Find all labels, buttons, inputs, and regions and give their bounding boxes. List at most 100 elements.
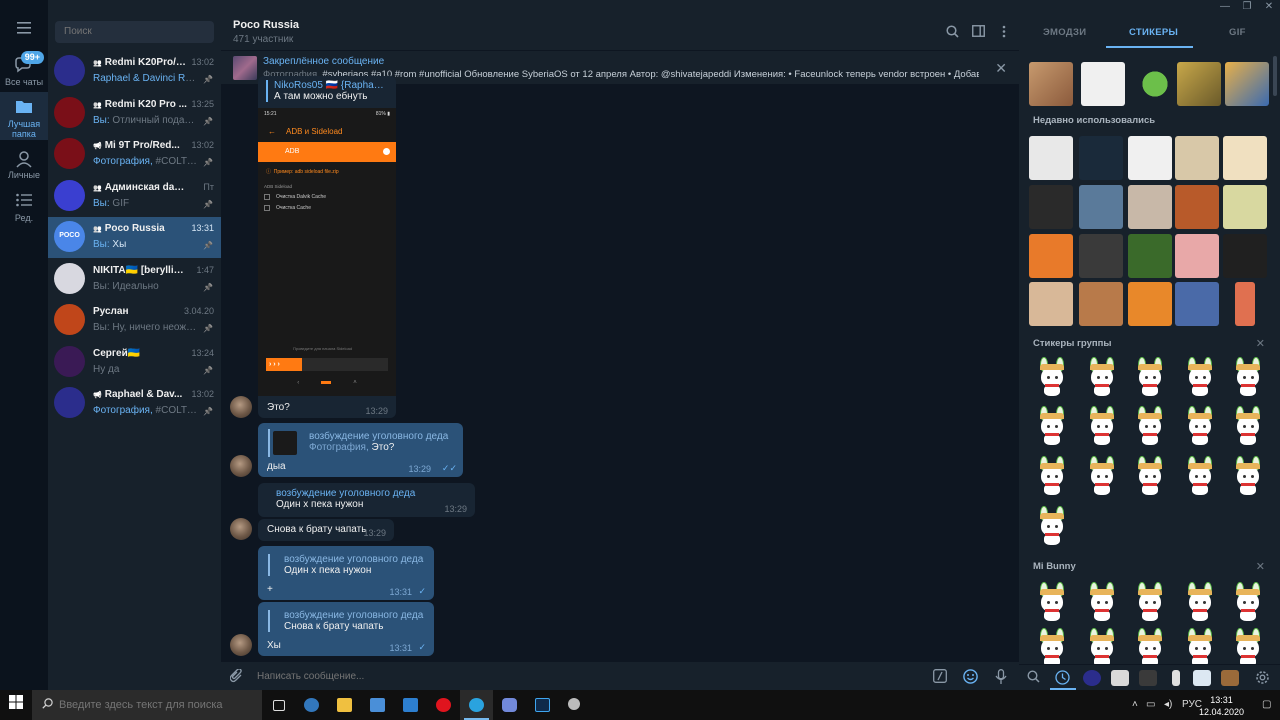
sticker-set-icon[interactable] — [1193, 670, 1211, 686]
sticker-set-icon[interactable] — [1221, 670, 1239, 686]
message-outgoing[interactable]: возбуждение уголовного деда Один х пека … — [258, 546, 434, 600]
taskbar-search-input[interactable] — [32, 690, 262, 720]
more-options-icon[interactable] — [997, 25, 1011, 39]
message-incoming[interactable]: Снова к брату чапать 13:29 — [258, 519, 394, 541]
search-input[interactable] — [55, 21, 214, 43]
reply-quote[interactable]: NikoRos05 🇷🇺 {Raphael} ... А там можно е… — [266, 80, 386, 102]
sticker-mi-bunny[interactable] — [1129, 456, 1171, 498]
sticker-mi-bunny[interactable] — [1227, 582, 1269, 624]
sticker-recent[interactable] — [1079, 282, 1123, 326]
sticker-featured[interactable] — [1029, 62, 1073, 106]
sticker-featured[interactable] — [1177, 62, 1221, 106]
sticker-mi-bunny[interactable] — [1031, 357, 1073, 399]
file-explorer-icon[interactable] — [328, 690, 361, 720]
sticker-recent[interactable] — [1079, 136, 1123, 180]
maximize-button[interactable]: ❐ — [1236, 0, 1258, 14]
tray-chevron-icon[interactable]: ˄ — [1132, 699, 1138, 710]
edge-app-icon[interactable] — [295, 690, 328, 720]
message-input[interactable] — [257, 667, 857, 685]
message-outgoing[interactable]: возбуждение уголовного деда Снова к брат… — [258, 602, 434, 656]
mail-app-icon[interactable] — [394, 690, 427, 720]
tab-stickers[interactable]: СТИКЕРЫ — [1129, 27, 1178, 38]
chat-item[interactable]: Сергей🇺🇦 13:24 Ну да 📌 — [48, 342, 221, 383]
recent-stickers-icon[interactable] — [1055, 670, 1073, 686]
close-window-button[interactable]: ✕ — [1258, 0, 1280, 14]
sticker-recent[interactable] — [1175, 185, 1219, 229]
sticker-mi-bunny[interactable] — [1179, 456, 1221, 498]
reply-quote[interactable]: возбуждение уголовного деда Один х пека … — [266, 488, 415, 510]
message-outgoing[interactable]: возбуждение уголовного деда Фотография, … — [258, 423, 463, 477]
sticker-mi-bunny[interactable] — [1031, 406, 1073, 448]
sticker-featured[interactable] — [1133, 62, 1177, 106]
sticker-mi-bunny[interactable] — [1031, 582, 1073, 624]
close-section-icon[interactable]: ✕ — [1256, 337, 1265, 350]
reply-quote[interactable]: возбуждение уголовного деда Фотография, … — [303, 431, 448, 453]
telegram-app-icon[interactable] — [460, 690, 493, 720]
sticker-mi-bunny[interactable] — [1081, 582, 1123, 624]
opera-app-icon[interactable] — [427, 690, 460, 720]
close-pinned-icon[interactable]: ✕ — [995, 60, 1007, 77]
sticker-recent[interactable] — [1128, 136, 1172, 180]
menu-button[interactable] — [0, 22, 48, 38]
user-avatar[interactable] — [230, 518, 252, 540]
sticker-set-icon[interactable] — [1111, 670, 1129, 686]
reply-quote[interactable]: возбуждение уголовного деда Один х пека … — [268, 554, 423, 576]
store-app-icon[interactable] — [361, 690, 394, 720]
sticker-recent[interactable] — [1223, 136, 1267, 180]
sticker-set-icon[interactable] — [1139, 670, 1157, 686]
sidebar-toggle-icon[interactable] — [971, 25, 985, 39]
user-avatar[interactable] — [230, 396, 252, 418]
sticker-mi-bunny[interactable] — [1179, 582, 1221, 624]
sticker-mi-bunny[interactable] — [1227, 357, 1269, 399]
close-section-icon[interactable]: ✕ — [1256, 560, 1265, 573]
taskbar-clock[interactable]: 13:31 12.04.2020 — [1199, 694, 1244, 718]
sticker-mi-bunny[interactable] — [1129, 357, 1171, 399]
photoshop-app-icon[interactable] — [526, 690, 559, 720]
settings-app-icon[interactable] — [559, 690, 592, 720]
minimize-button[interactable]: — — [1214, 0, 1236, 14]
attached-screenshot[interactable]: 15:21 81% ▮ ← ADB и Sideload ADB ⓘ Пример:… — [258, 108, 396, 396]
chat-item[interactable]: POCO 👥 Poco Russia 13:31 Вы: Хы 📌 — [48, 217, 221, 258]
sticker-recent[interactable] — [1175, 234, 1219, 278]
sticker-featured[interactable] — [1081, 62, 1125, 106]
start-button[interactable] — [0, 690, 32, 720]
sticker-recent[interactable] — [1175, 282, 1219, 326]
conversation-header[interactable]: Poco Russia 471 участник — [221, 0, 1019, 50]
sticker-recent[interactable] — [1029, 282, 1073, 326]
sticker-mi-bunny[interactable] — [1081, 406, 1123, 448]
chat-item[interactable]: 📢 Raphael & Dav... 13:02 Фотография, #COLT … — [48, 383, 221, 424]
sticker-set-icon[interactable] — [1172, 670, 1180, 686]
sticker-featured[interactable] — [1225, 62, 1269, 106]
sticker-mi-bunny[interactable] — [1129, 582, 1171, 624]
sticker-mi-bunny[interactable] — [1179, 406, 1221, 448]
user-avatar[interactable] — [230, 634, 252, 656]
sticker-mi-bunny[interactable] — [1227, 456, 1269, 498]
folder-all-chats[interactable]: 99+ Все чаты — [0, 51, 48, 91]
attach-icon[interactable] — [229, 668, 244, 686]
network-icon[interactable]: ▭ — [1146, 699, 1155, 710]
search-icon[interactable] — [945, 25, 959, 39]
search-stickers-icon[interactable] — [1027, 670, 1045, 686]
chat-item[interactable]: 📢 Mi 9T Pro/Red... 13:02 Фотография, #COLT … — [48, 134, 221, 175]
discord-app-icon[interactable] — [493, 690, 526, 720]
microphone-icon[interactable] — [995, 669, 1007, 687]
chat-item[interactable]: 👥 Админская davi... Пт Вы: GIF 📌 — [48, 176, 221, 217]
chat-item[interactable]: NIKITA🇺🇦 [beryllium... 1:47 Вы: Идеально 📌 — [48, 259, 221, 300]
sticker-mi-bunny[interactable] — [1081, 357, 1123, 399]
sticker-recent[interactable] — [1029, 136, 1073, 180]
notifications-icon[interactable]: ▢ — [1262, 699, 1271, 710]
sticker-settings-icon[interactable] — [1255, 670, 1273, 686]
emoji-icon[interactable] — [963, 669, 978, 687]
reply-quote[interactable]: возбуждение уголовного деда Снова к брат… — [268, 610, 423, 632]
user-avatar[interactable] — [230, 455, 252, 477]
sticker-recent[interactable] — [1128, 234, 1172, 278]
chat-item[interactable]: 👥 Redmi K20Pro/K2... 13:02 Raphael & Davinc… — [48, 51, 221, 92]
sticker-set-icon[interactable] — [1083, 670, 1101, 686]
chat-item[interactable]: Руслан 3.04.20 Вы: Ну, ничего неожид... 📌 — [48, 300, 221, 341]
volume-icon[interactable]: ◂) — [1164, 699, 1172, 710]
sticker-mi-bunny[interactable] — [1179, 357, 1221, 399]
folder-best[interactable]: Лучшая папка — [0, 92, 48, 140]
sticker-recent[interactable] — [1128, 185, 1172, 229]
message-incoming[interactable]: возбуждение уголовного деда Один х пека … — [258, 483, 475, 517]
sticker-mi-bunny[interactable] — [1129, 406, 1171, 448]
